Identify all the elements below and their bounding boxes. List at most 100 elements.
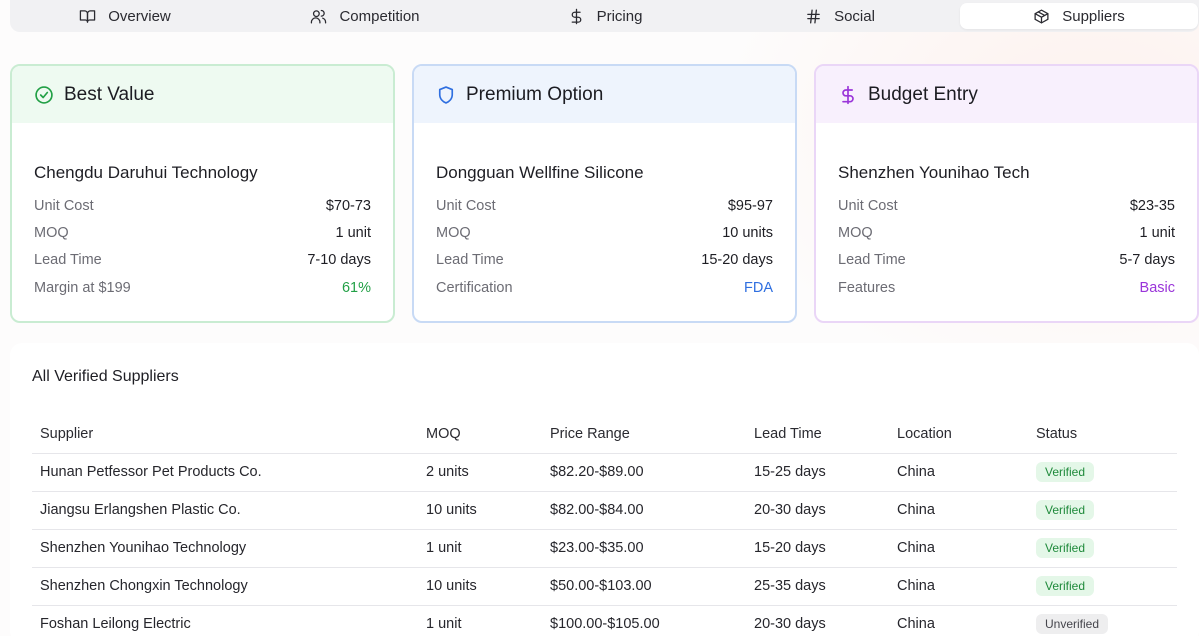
tab-label: Competition <box>339 7 420 25</box>
card-details: Unit Cost $95-97 MOQ 10 units Lead Time 15-… <box>436 192 773 301</box>
detail-value: $23-35 <box>1129 197 1175 214</box>
table-row[interactable]: Hunan Petfessor Pet Products Co. 2 units… <box>32 453 1177 492</box>
cell-status: Verified <box>1028 491 1177 530</box>
dollar-icon <box>842 85 854 104</box>
table-row[interactable]: Shenzhen Younihao Technology 1 unit $23.… <box>32 529 1177 568</box>
detail-value: Basic <box>1139 279 1175 296</box>
detail-value: $95-97 <box>727 197 773 214</box>
status-badge: Unverified <box>1036 614 1109 634</box>
suppliers-table: Supplier MOQ Price Range Lead Time Locat… <box>32 415 1177 636</box>
card-title: Budget Entry <box>868 83 978 105</box>
detail-row: Lead Time 15-20 days <box>436 247 773 274</box>
cell-moq: 1 unit <box>418 605 542 636</box>
detail-value: FDA <box>744 279 773 296</box>
detail-row: Unit Cost $70-73 <box>34 192 371 219</box>
column-header-moq[interactable]: MOQ <box>418 415 542 454</box>
budget-entry-card: Budget Entry Shenzhen Younihao Tech Unit… <box>814 64 1199 323</box>
detail-row: Lead Time 5-7 days <box>838 247 1175 274</box>
suppliers-panel: All Verified Suppliers Supplier MOQ Pric… <box>10 343 1199 636</box>
cell-location: China <box>889 567 1028 606</box>
panel-title: All Verified Suppliers <box>32 368 179 385</box>
cell-price-range: $100.00-$105.00 <box>542 605 746 636</box>
status-badge: Verified <box>1036 462 1095 482</box>
table-row[interactable]: Shenzhen Chongxin Technology 10 units $5… <box>32 567 1177 606</box>
tab-bar: Overview Competition Pricing Social Supp… <box>10 0 1199 32</box>
column-header-lead-time[interactable]: Lead Time <box>746 415 889 454</box>
status-badge: Verified <box>1036 538 1095 558</box>
cell-price-range: $82.00-$84.00 <box>542 491 746 530</box>
cell-status: Unverified <box>1028 605 1177 636</box>
detail-row: Margin at $199 61% <box>34 274 371 301</box>
book-open-icon <box>80 9 96 23</box>
tab-pricing[interactable]: Pricing <box>490 3 720 29</box>
premium-option-card: Premium Option Dongguan Wellfine Silicon… <box>412 64 797 323</box>
cell-lead-time: 15-25 days <box>746 453 889 492</box>
detail-row: Certification FDA <box>436 274 773 301</box>
detail-label: MOQ <box>436 224 471 241</box>
detail-label: Margin at $199 <box>34 279 131 296</box>
cell-location: China <box>889 453 1028 492</box>
tab-suppliers[interactable]: Suppliers <box>960 3 1198 29</box>
detail-row: Features Basic <box>838 274 1175 301</box>
cell-price-range: $82.20-$89.00 <box>542 453 746 492</box>
card-details: Unit Cost $23-35 MOQ 1 unit Lead Time 5-7 d… <box>838 192 1175 301</box>
tab-overview[interactable]: Overview <box>10 3 240 29</box>
cell-supplier: Shenzhen Chongxin Technology <box>32 567 418 606</box>
cell-status: Verified <box>1028 529 1177 568</box>
card-header: Premium Option <box>414 66 795 123</box>
detail-label: Lead Time <box>838 252 906 269</box>
cell-supplier: Shenzhen Younihao Technology <box>32 529 418 568</box>
dollar-icon <box>571 8 581 24</box>
table-row[interactable]: Jiangsu Erlangshen Plastic Co. 10 units … <box>32 491 1177 530</box>
cell-supplier: Foshan Leilong Electric <box>32 605 418 636</box>
detail-label: Unit Cost <box>34 197 94 214</box>
detail-row: Lead Time 7-10 days <box>34 247 371 274</box>
detail-label: Lead Time <box>436 252 504 269</box>
cell-supplier: Jiangsu Erlangshen Plastic Co. <box>32 491 418 530</box>
column-header-supplier[interactable]: Supplier <box>32 415 418 454</box>
card-supplier-name: Dongguan Wellfine Silicone <box>436 163 644 182</box>
detail-value: 5-7 days <box>1119 252 1175 269</box>
tab-social[interactable]: Social <box>720 3 960 29</box>
detail-row: MOQ 1 unit <box>34 219 371 246</box>
card-header: Budget Entry <box>816 66 1197 123</box>
shield-icon <box>438 85 454 104</box>
users-icon <box>311 9 327 24</box>
detail-label: Features <box>838 279 896 296</box>
detail-label: MOQ <box>34 224 69 241</box>
column-header-location[interactable]: Location <box>889 415 1028 454</box>
tab-label: Pricing <box>596 7 643 25</box>
tab-label: Social <box>834 7 875 25</box>
cell-price-range: $23.00-$35.00 <box>542 529 746 568</box>
cell-moq: 2 units <box>418 453 542 492</box>
cell-location: China <box>889 491 1028 530</box>
tab-competition[interactable]: Competition <box>240 3 490 29</box>
cell-location: China <box>889 529 1028 568</box>
cell-lead-time: 25-35 days <box>746 567 889 606</box>
column-header-status[interactable]: Status <box>1028 415 1177 454</box>
detail-value: 7-10 days <box>307 252 371 269</box>
cell-moq: 10 units <box>418 567 542 606</box>
best-value-card: Best Value Chengdu Daruhui Technology Un… <box>10 64 395 323</box>
cell-lead-time: 20-30 days <box>746 605 889 636</box>
card-supplier-name: Chengdu Daruhui Technology <box>34 163 258 182</box>
cell-moq: 1 unit <box>418 529 542 568</box>
detail-row: MOQ 10 units <box>436 219 773 246</box>
detail-row: Unit Cost $95-97 <box>436 192 773 219</box>
detail-value: $70-73 <box>325 197 371 214</box>
detail-row: MOQ 1 unit <box>838 219 1175 246</box>
detail-label: MOQ <box>838 224 873 241</box>
detail-value: 10 units <box>722 224 773 241</box>
tab-label: Suppliers <box>1062 7 1125 25</box>
card-details: Unit Cost $70-73 MOQ 1 unit Lead Time 7-10 … <box>34 192 371 301</box>
column-header-price-range[interactable]: Price Range <box>542 415 746 454</box>
cell-lead-time: 15-20 days <box>746 529 889 568</box>
table-row[interactable]: Foshan Leilong Electric 1 unit $100.00-$… <box>32 605 1177 636</box>
detail-value: 1 unit <box>335 224 371 241</box>
status-badge: Verified <box>1036 500 1095 520</box>
status-badge: Verified <box>1036 576 1095 596</box>
detail-row: Unit Cost $23-35 <box>838 192 1175 219</box>
package-icon <box>1034 8 1049 24</box>
cell-price-range: $50.00-$103.00 <box>542 567 746 606</box>
cell-lead-time: 20-30 days <box>746 491 889 530</box>
